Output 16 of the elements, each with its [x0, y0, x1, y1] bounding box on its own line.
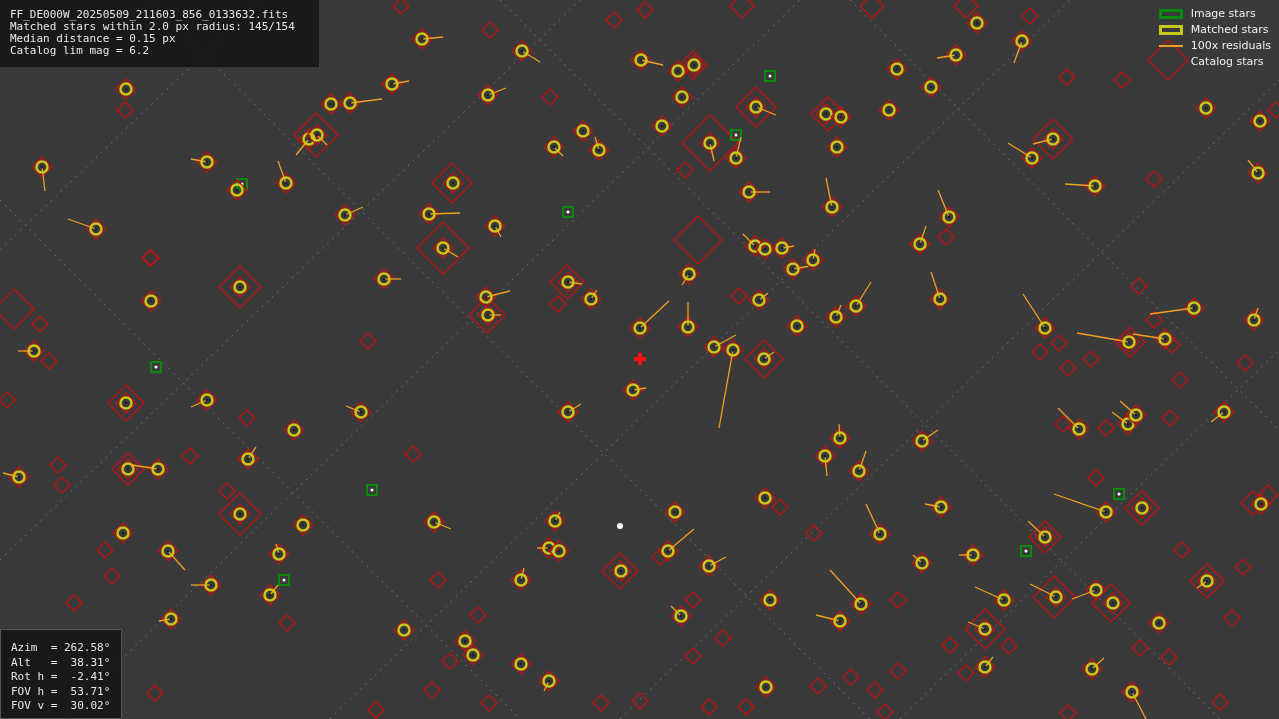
pointing-text: FOV h = 53.71° — [11, 684, 111, 699]
image-star-box-icon — [1158, 8, 1183, 19]
pointing-text: Azim = 262.58° — [11, 641, 111, 656]
pointing-text: Alt = 38.31° — [11, 655, 111, 670]
legend-label: 100x residuals — [1190, 39, 1271, 52]
pointing-text: FOV v = 30.02° — [11, 699, 111, 714]
legend-label: Matched stars — [1190, 23, 1269, 36]
legend-label: Catalog stars — [1190, 55, 1264, 68]
info-text: Median distance = 0.15 px — [10, 33, 176, 45]
residual-line-icon — [1158, 44, 1183, 47]
pointing-text: Rot h = -2.41° — [11, 670, 111, 685]
matched-star-box-icon — [1158, 24, 1183, 35]
info-text: FF_DE000W_20250509_211603_856_0133632.fits — [10, 9, 289, 21]
info-text: Catalog lim mag = 6.2 — [10, 45, 150, 57]
info-text: Matched stars within 2.0 px radius: 145/154 — [10, 21, 295, 33]
legend-label: Image stars — [1190, 7, 1256, 20]
